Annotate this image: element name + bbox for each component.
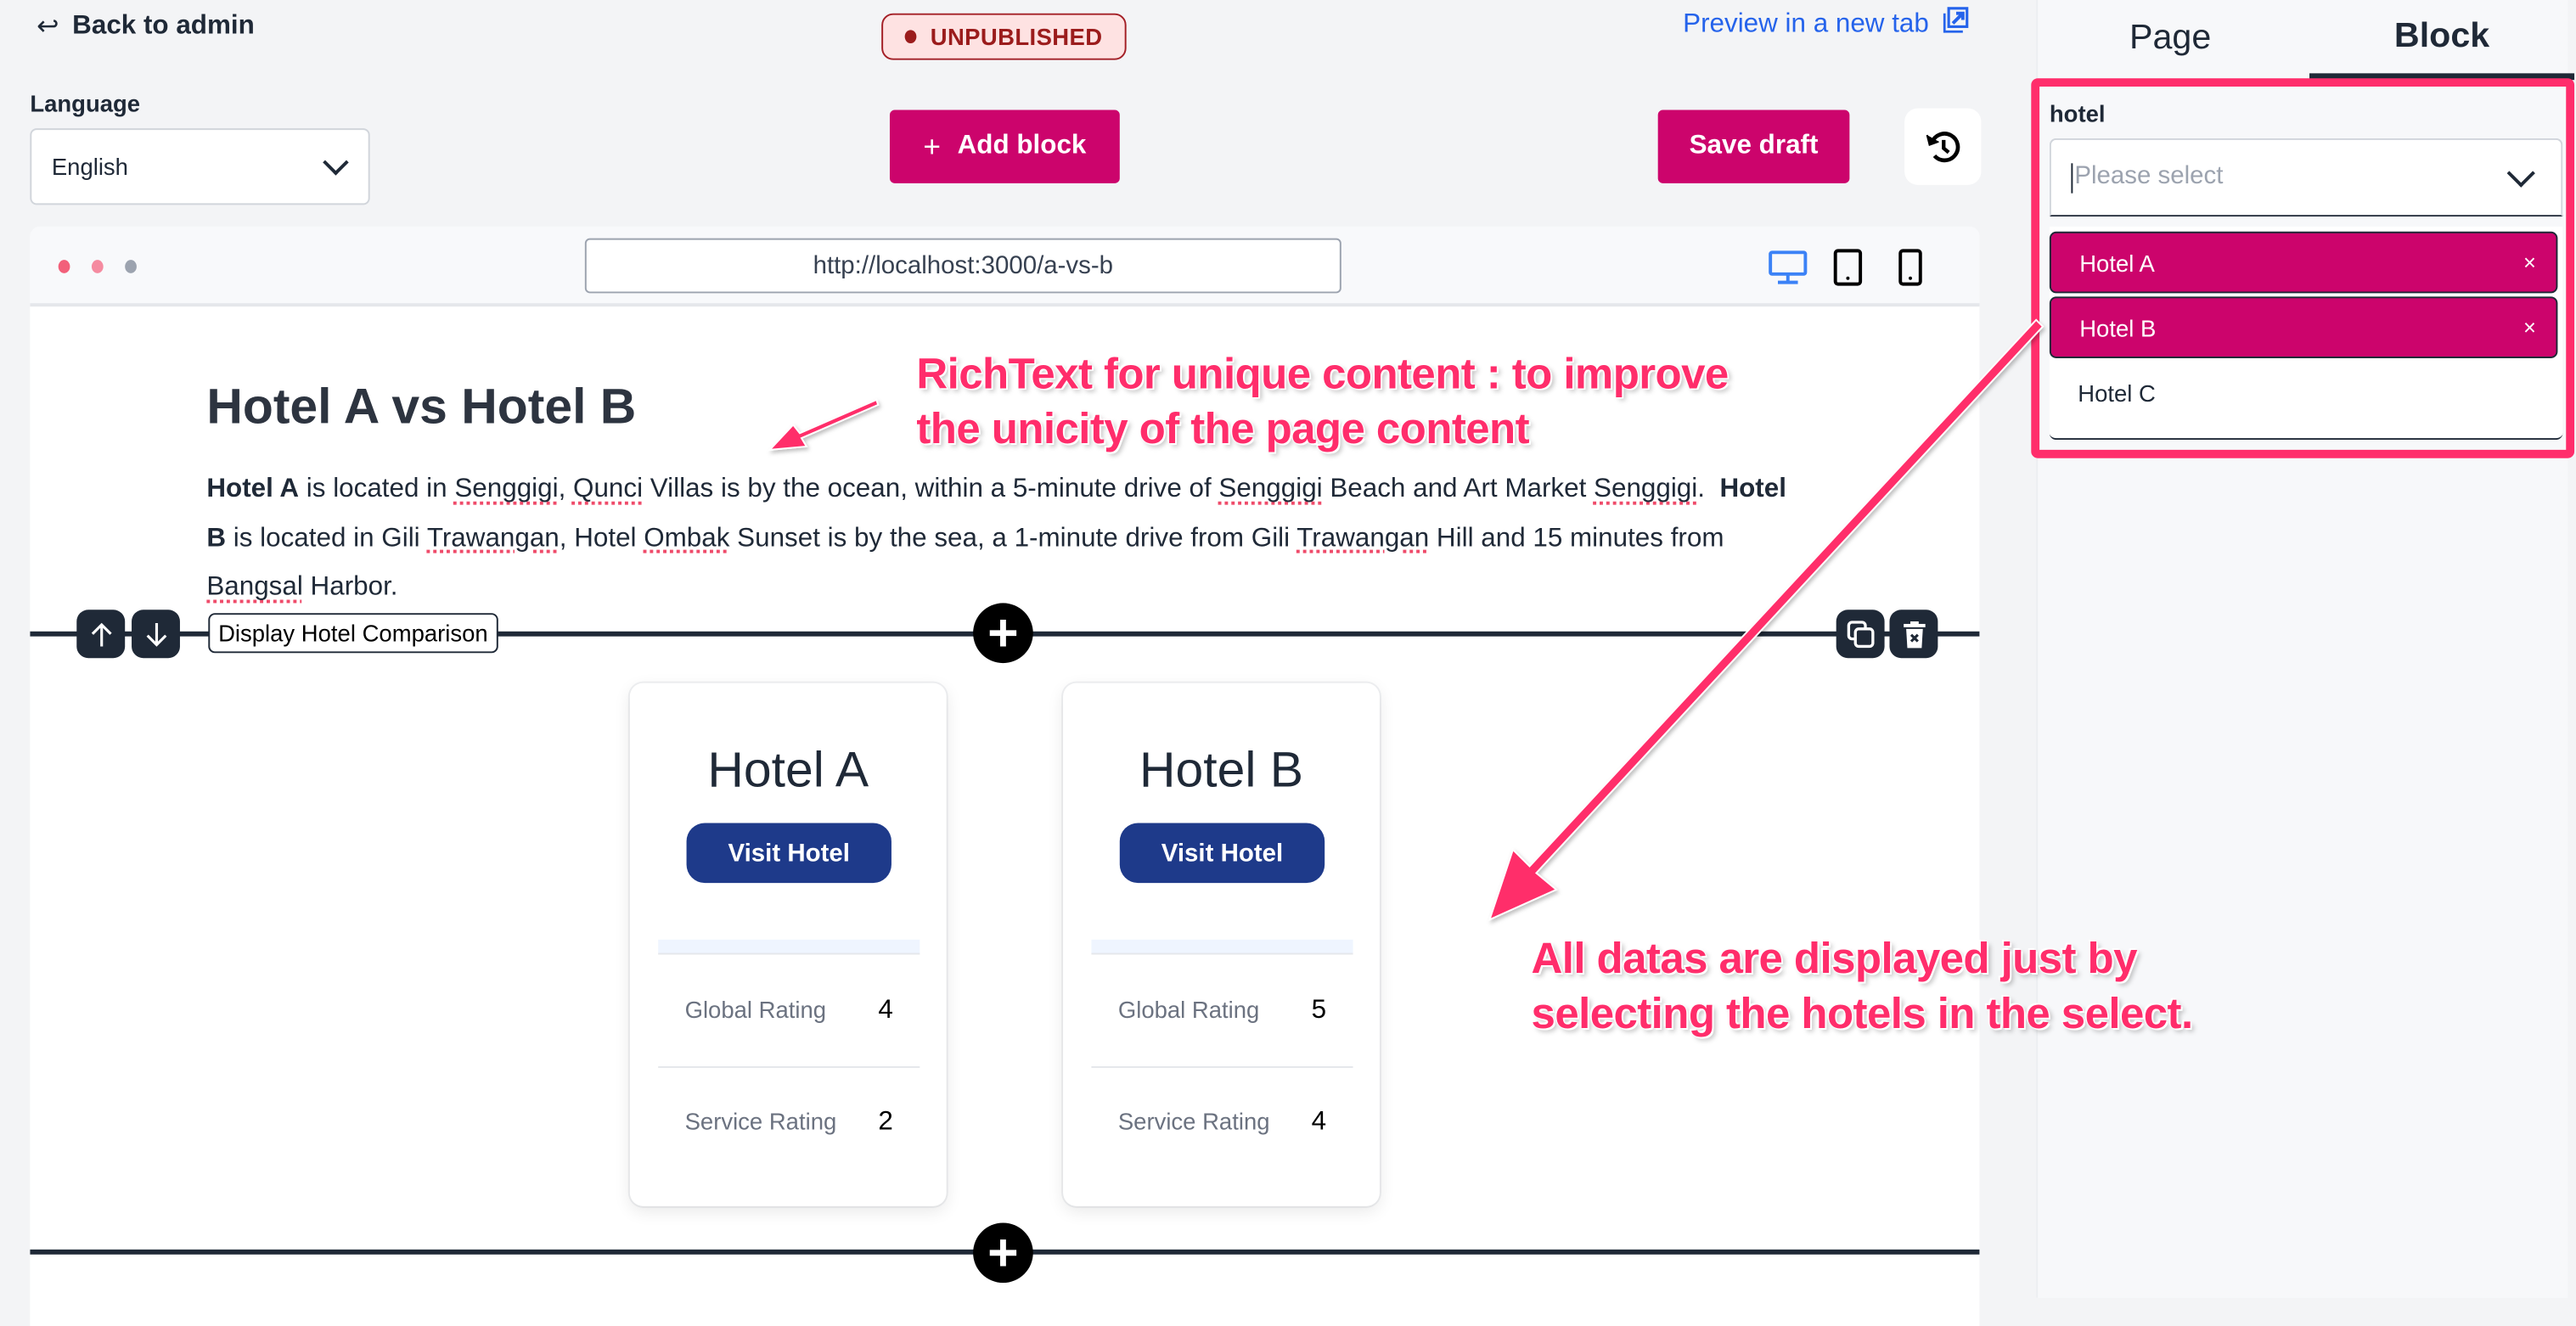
arrow-up-icon <box>90 621 111 646</box>
page-builder: ↩ Back to admin Language English UNPUBLI… <box>0 0 2576 1326</box>
annotation-line: selecting the hotels in the select. <box>1531 987 2194 1038</box>
rating-label: Service Rating <box>684 1108 837 1135</box>
text-run: is located in <box>299 475 455 503</box>
rating-label: Service Rating <box>1117 1108 1270 1135</box>
hotel-card: Hotel B Visit Hotel Global Rating 5 Serv… <box>1063 683 1380 1206</box>
rich-text-block[interactable]: Hotel A is located in Senggigi, Qunci Vi… <box>206 465 1806 613</box>
rating-value: 4 <box>878 996 893 1025</box>
annotation-richtext: RichText for unique content : to improve… <box>916 346 1729 457</box>
trash-icon <box>1903 621 1925 648</box>
annotation-select: All datas are displayed just by selectin… <box>1531 931 2194 1042</box>
status-badge: UNPUBLISHED <box>881 13 1127 60</box>
rating-row: Service Rating 4 <box>1118 1108 1326 1138</box>
insert-block-button[interactable] <box>973 603 1033 664</box>
visit-hotel-button[interactable]: Visit Hotel <box>1119 823 1325 884</box>
text-run: , Hotel <box>559 524 644 553</box>
language-label: Language <box>30 89 141 117</box>
visit-hotel-button[interactable]: Visit Hotel <box>686 823 891 884</box>
text-run: . <box>1697 475 1720 503</box>
insert-block-button[interactable] <box>973 1222 1033 1284</box>
language-value: English <box>51 153 128 180</box>
window-dot-red-icon <box>58 260 70 273</box>
annotation-line: the unicity of the page content <box>916 402 1530 453</box>
language-select[interactable]: English <box>30 128 370 205</box>
preview-label: Preview in a new tab <box>1683 9 1929 39</box>
misspelled-word: Qunci <box>573 475 644 503</box>
add-block-button[interactable]: + Add block <box>889 110 1120 183</box>
delete-block-button[interactable] <box>1889 610 1938 659</box>
window-dot-pink-icon <box>91 260 104 273</box>
card-header-band <box>658 939 920 955</box>
rating-label: Global Rating <box>684 996 827 1023</box>
rating-row: Service Rating 2 <box>685 1108 893 1138</box>
history-icon <box>1926 132 1960 163</box>
misspelled-word: Bangsal <box>206 573 303 602</box>
tablet-icon[interactable] <box>1833 248 1863 286</box>
back-label: Back to admin <box>72 11 255 41</box>
mobile-icon[interactable] <box>1898 248 1922 286</box>
chevron-down-icon <box>323 149 349 175</box>
hotel-name: Hotel B <box>1139 743 1304 799</box>
plus-icon <box>989 1239 1017 1267</box>
rating-label: Global Rating <box>1117 996 1260 1023</box>
text-run: Sunset is by the sea, a 1-minute drive f… <box>729 524 1297 553</box>
rating-row: Global Rating 4 <box>685 997 893 1026</box>
history-button[interactable] <box>1904 108 1982 185</box>
misspelled-word: Senggigi <box>454 475 559 503</box>
desktop-icon[interactable] <box>1768 250 1808 286</box>
text-run: Hill and 15 minutes from <box>1429 524 1724 553</box>
text-run: Villas is by the ocean, within a 5-minut… <box>643 475 1219 503</box>
rating-row: Global Rating 5 <box>1118 997 1326 1026</box>
preview-new-tab-link[interactable]: Preview in a new tab <box>1683 7 1969 40</box>
hotel-name: Hotel A <box>707 743 869 799</box>
misspelled-word: Senggigi <box>1218 475 1323 503</box>
url-bar[interactable]: http://localhost:3000/a-vs-b <box>584 238 1341 294</box>
row-divider <box>1091 1066 1353 1068</box>
back-to-admin-link[interactable]: ↩ Back to admin <box>37 10 255 43</box>
hotel-card: Hotel A Visit Hotel Global Rating 4 Serv… <box>629 683 947 1206</box>
save-draft-button[interactable]: Save draft <box>1657 110 1850 183</box>
page-heading[interactable]: Hotel A vs Hotel B <box>206 379 636 436</box>
status-text: UNPUBLISHED <box>930 23 1103 50</box>
arrow-down-icon <box>145 621 166 646</box>
plus-icon <box>989 620 1017 647</box>
window-dot-gray-icon <box>125 260 137 273</box>
misspelled-word: Trawangan <box>1296 524 1430 553</box>
move-down-button[interactable] <box>132 610 180 659</box>
return-arrow-icon: ↩ <box>37 13 59 42</box>
annotation-line: RichText for unique content : to improve <box>916 348 1729 399</box>
move-up-button[interactable] <box>76 610 126 659</box>
text-run: Harbor. <box>302 573 398 602</box>
add-block-label: Add block <box>957 132 1087 160</box>
card-header-band <box>1091 939 1353 955</box>
plus-icon: + <box>923 129 941 163</box>
annotation-line: All datas are displayed just by <box>1531 933 2138 983</box>
block-type-label: Display Hotel Comparison <box>208 613 498 654</box>
copy-icon <box>1846 620 1874 648</box>
misspelled-word: Ombak <box>644 524 730 553</box>
annotation-highlight-box <box>2031 78 2575 458</box>
text-run: Beach and Art Market <box>1322 475 1595 503</box>
preview-toolbar: http://localhost:3000/a-vs-b <box>30 226 1980 307</box>
bold-hotel-a: Hotel A <box>206 475 300 503</box>
text-run: is located in Gili <box>226 524 427 553</box>
external-link-icon <box>1943 7 1968 33</box>
text-run: , <box>558 475 574 503</box>
tab-block[interactable]: Block <box>2309 0 2575 81</box>
rating-value: 5 <box>1311 996 1327 1025</box>
rating-value: 2 <box>878 1108 893 1137</box>
misspelled-word: Senggigi <box>1594 475 1698 503</box>
misspelled-word: Trawangan <box>426 524 560 553</box>
duplicate-block-button[interactable] <box>1836 610 1885 659</box>
rating-value: 4 <box>1311 1108 1327 1137</box>
status-dot-icon <box>905 30 918 44</box>
row-divider <box>658 1066 920 1068</box>
tab-page[interactable]: Page <box>2038 0 2303 76</box>
